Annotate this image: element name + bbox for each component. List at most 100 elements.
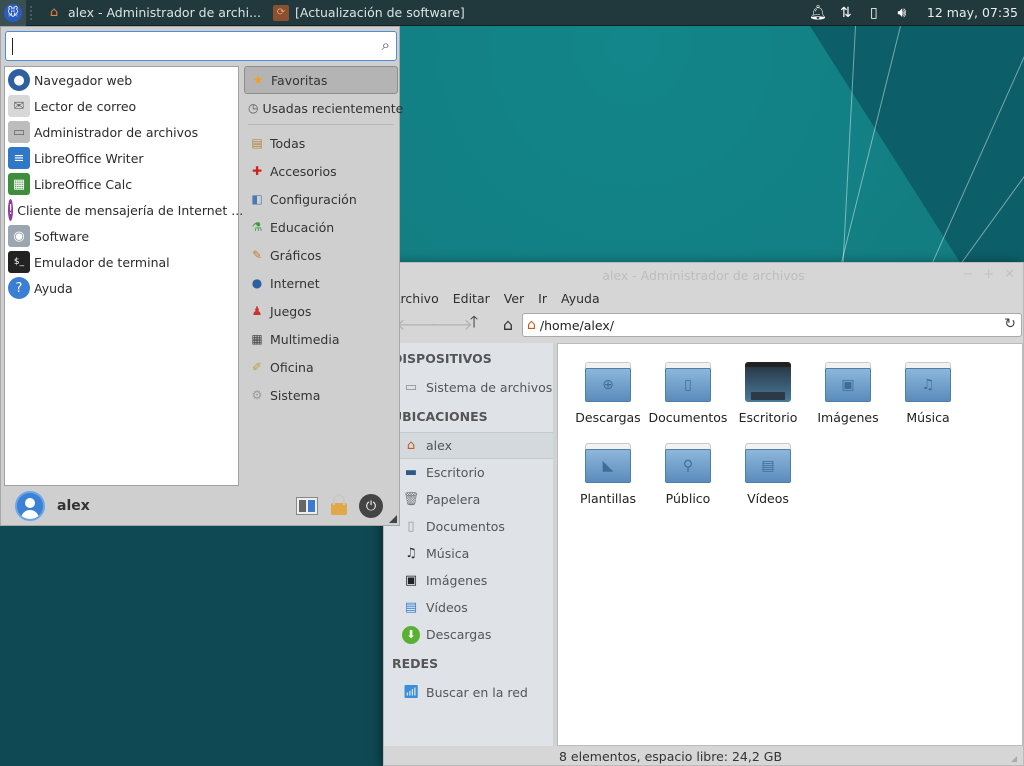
sidebar-item-browse-network[interactable]: 📶︎ Buscar en la red — [384, 679, 553, 706]
task-label: alex - Administrador de archi... — [68, 5, 261, 20]
sidebar-item-musica[interactable]: ♫ Música — [384, 540, 553, 567]
up-arrow-icon[interactable]: 🡑 — [464, 311, 484, 338]
sidebar-item-videos[interactable]: ▤ Vídeos — [384, 594, 553, 621]
file-item[interactable]: ▯ Documentos — [648, 360, 728, 441]
file-label: Vídeos — [747, 491, 789, 506]
menu-ver[interactable]: Ver — [504, 291, 524, 306]
category-list: ★ Favoritas ◷ Usadas recientemente ▤ Todas ✚ Ac… — [244, 66, 403, 409]
terminal-icon: $_ — [8, 251, 30, 273]
xfce-mouse-icon: 🐭 — [4, 3, 22, 22]
category-item[interactable]: ◷ Usadas recientemente — [244, 94, 403, 122]
favorite-label: Cliente de mensajería de Internet ... — [17, 202, 244, 218]
sidebar-item-alex[interactable]: ⌂ alex — [384, 432, 553, 459]
all-apps-icon: ▤ — [251, 136, 263, 150]
close-icon[interactable]: ✕ — [1004, 267, 1015, 282]
system-tray: 🔔︎ ⇅ ▯ 🔊︎ 12 may, 07:35 — [809, 0, 1024, 26]
menu-resize-grip[interactable] — [389, 515, 397, 523]
category-item[interactable]: ✎ Gráficos — [244, 241, 398, 269]
category-item[interactable]: ▦ Multimedia — [244, 325, 398, 353]
favorite-item[interactable]: ▦ LibreOffice Calc — [5, 171, 238, 197]
window-titlebar[interactable]: alex - Administrador de archivos − + ✕ — [384, 263, 1023, 287]
favorite-item[interactable]: ● Navegador web — [5, 67, 238, 93]
applications-menu-button[interactable]: 🐭 — [0, 0, 26, 26]
reload-icon[interactable]: ↻ — [1004, 316, 1016, 332]
favorite-item[interactable]: ▭ Administrador de archivos — [5, 119, 238, 145]
category-label: Usadas recientemente — [262, 100, 404, 116]
forward-arrow-icon[interactable]: 🡒 — [430, 314, 473, 334]
sidebar-item-papelera[interactable]: 🗑︎ Papelera — [384, 486, 553, 513]
clock[interactable]: 12 may, 07:35 — [927, 5, 1018, 20]
sidebar-item-escritorio[interactable]: ▬ Escritorio — [384, 459, 553, 486]
templates-folder-icon: ◣ — [585, 443, 631, 483]
sidebar-section-places: UBICACIONES — [392, 409, 488, 424]
home-icon[interactable]: ⌂ — [498, 315, 518, 334]
sidebar-item-filesystem[interactable]: ▭ Sistema de archivos — [384, 374, 553, 401]
accessories-icon: ✚ — [251, 164, 263, 178]
location-path: /home/alex/ — [539, 317, 614, 333]
minimize-icon[interactable]: − — [962, 267, 973, 282]
sidebar-item-imagenes[interactable]: ▣ Imágenes — [384, 567, 553, 594]
taskbar-item-file-manager[interactable]: ⌂ alex - Administrador de archi... — [40, 0, 267, 26]
file-item[interactable]: ▤ Vídeos — [728, 441, 808, 522]
file-item[interactable]: ⊕ Descargas — [568, 360, 648, 441]
lock-screen-button[interactable] — [327, 494, 351, 518]
sidebar-item-documentos[interactable]: ▯ Documentos — [384, 513, 553, 540]
menu-editar[interactable]: Editar — [453, 291, 490, 306]
category-item[interactable]: ★ Favoritas — [244, 66, 398, 94]
settings-icon: ◧ — [251, 192, 263, 206]
category-item[interactable]: ▤ Todas — [244, 129, 398, 157]
menu-ayuda[interactable]: Ayuda — [561, 291, 600, 306]
video-film-icon: ▤ — [404, 600, 418, 615]
category-item[interactable]: ● Internet — [244, 269, 398, 297]
downloads-folder-icon: ⊕ — [585, 362, 631, 402]
favorite-item[interactable]: ◉ Software — [5, 223, 238, 249]
sidebar-item-label: Sistema de archivos — [426, 380, 553, 395]
network-transfer-icon[interactable]: ⇅ — [837, 5, 855, 21]
category-item[interactable]: ✚ Accesorios — [244, 157, 398, 185]
top-panel: 🐭 ⌂ alex - Administrador de archi... ⟳ [… — [0, 0, 1024, 26]
notification-bell-icon[interactable]: 🔔︎ — [809, 5, 827, 21]
home-icon: ⌂ — [406, 438, 416, 453]
favorite-label: Ayuda — [34, 280, 73, 296]
favorite-item[interactable]: $_ Emulador de terminal — [5, 249, 238, 275]
file-item[interactable]: ♫ Música — [888, 360, 968, 441]
menu-ir[interactable]: Ir — [538, 291, 547, 306]
task-label: [Actualización de software] — [295, 5, 465, 20]
drive-icon: ▭ — [404, 380, 418, 395]
category-item[interactable]: ◧ Configuración — [244, 185, 398, 213]
favorite-item[interactable]: ✉ Lector de correo — [5, 93, 238, 119]
sidebar-item-descargas[interactable]: ⬇ Descargas — [384, 621, 553, 648]
category-item[interactable]: ✐ Oficina — [244, 353, 398, 381]
sidebar-item-label: Buscar en la red — [426, 685, 528, 700]
download-icon: ⬇ — [402, 625, 420, 644]
window-title: alex - Administrador de archivos — [602, 267, 805, 283]
favorite-item[interactable]: ? Ayuda — [5, 275, 238, 301]
battery-icon[interactable]: ▯ — [865, 5, 883, 21]
status-text: 8 elementos, espacio libre: 24,2 GB — [559, 748, 783, 764]
favorite-item[interactable]: ! Cliente de mensajería de Internet ... — [5, 197, 243, 223]
search-input[interactable]: ⌕ — [5, 31, 397, 61]
writer-icon: ≡ — [8, 147, 30, 169]
settings-manager-button[interactable] — [295, 494, 319, 518]
location-bar[interactable]: ⌂ /home/alex/ ↻ — [522, 313, 1022, 337]
category-label: Favoritas — [271, 72, 328, 88]
office-icon: ✐ — [251, 360, 263, 374]
resize-grip[interactable] — [1011, 756, 1017, 762]
maximize-icon[interactable]: + — [983, 267, 994, 282]
favorite-item[interactable]: ≡ LibreOffice Writer — [5, 145, 238, 171]
file-item[interactable]: ◣ Plantillas — [568, 441, 648, 522]
music-folder-icon: ♫ — [905, 362, 951, 402]
power-button[interactable]: ⏻ — [359, 494, 383, 518]
file-item[interactable]: ⚲ Público — [648, 441, 728, 522]
category-item[interactable]: ⚙ Sistema — [244, 381, 398, 409]
file-item[interactable]: Escritorio — [728, 360, 808, 441]
sidebar-item-label: Descargas — [426, 627, 492, 642]
file-label: Música — [906, 410, 950, 425]
menu-footer: alex ⏻ — [1, 487, 399, 525]
settings-manager-icon — [296, 497, 318, 515]
file-item[interactable]: ▣ Imágenes — [808, 360, 888, 441]
volume-icon[interactable]: 🔊︎ — [893, 5, 911, 21]
taskbar-item-software-update[interactable]: ⟳ [Actualización de software] — [267, 0, 471, 26]
category-item[interactable]: ⚗ Educación — [244, 213, 398, 241]
category-item[interactable]: ♟ Juegos — [244, 297, 398, 325]
